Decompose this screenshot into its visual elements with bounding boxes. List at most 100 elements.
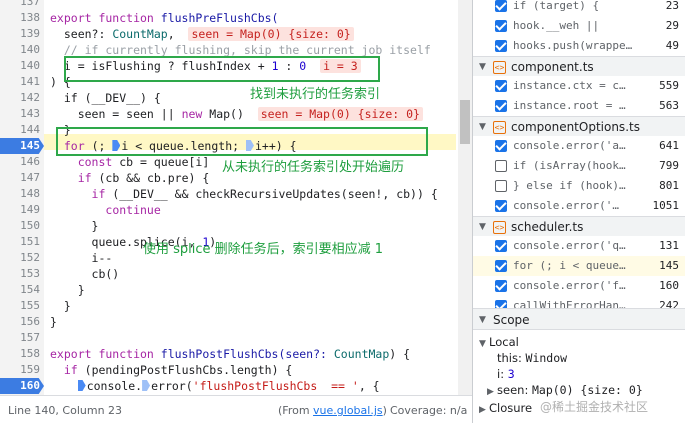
scope-variable[interactable]: i: 3 (497, 366, 515, 382)
code-line[interactable]: } (50, 282, 85, 298)
line-number[interactable]: 146 (0, 154, 40, 170)
breakpoint-item[interactable]: instance.root = … 563 (473, 96, 685, 116)
line-number[interactable]: 141 (0, 74, 40, 90)
line-number[interactable]: 160 (0, 378, 44, 394)
code-token: , (167, 27, 189, 41)
line-number[interactable]: 147 (0, 170, 40, 186)
line-number[interactable]: 154 (0, 282, 40, 298)
line-number[interactable]: 153 (0, 266, 40, 282)
breakpoint-checkbox[interactable] (495, 200, 507, 212)
code-token: (pendingPostFlushCbs.length) { (77, 363, 293, 377)
line-number[interactable]: 144 (0, 122, 40, 138)
code-line[interactable]: } (50, 298, 71, 314)
breakpoint-checkbox[interactable] (495, 0, 507, 12)
scope-variable[interactable]: ▶ seen: Map(0) {size: 0} (487, 382, 643, 398)
line-number[interactable]: 150 (0, 218, 40, 234)
editor-vertical-scrollbar[interactable] (458, 0, 472, 395)
breakpoint-item[interactable]: if (isArray(hook… 799 (473, 156, 685, 176)
code-line[interactable]: seen?: CountMap, seen = Map(0) {size: 0} (50, 26, 354, 42)
code-line[interactable]: if (__DEV__ && checkRecursiveUpdates(see… (50, 186, 438, 202)
breakpoint-line-number: 29 (665, 19, 679, 32)
code-line[interactable]: } (50, 314, 57, 330)
line-number-gutter[interactable]: 137 138 139 140 140 141 142 143 144 145 146 147 148 1… (0, 0, 44, 395)
breakpoint-file-group[interactable]: ▼ <> scheduler.ts (473, 216, 685, 236)
line-number[interactable]: 158 (0, 346, 40, 362)
line-number[interactable]: 142 (0, 90, 40, 106)
source-editor[interactable]: 137 138 139 140 140 141 142 143 144 145 146 147 148 1… (0, 0, 472, 395)
breakpoint-item[interactable]: console.error('a… 641 (473, 136, 685, 156)
code-token: 'flushPostFlushCbs == ' (192, 379, 359, 393)
code-line[interactable]: if (cb && cb.pre) { (50, 170, 210, 186)
breakpoint-line-number: 145 (659, 259, 679, 272)
scope-section-header[interactable]: ▼ Scope (473, 308, 685, 330)
line-number[interactable]: 143 (0, 106, 40, 122)
breakpoint-code: if (isArray(hook… (513, 159, 626, 172)
code-line[interactable]: cb() (50, 266, 120, 282)
code-line[interactable]: if (__DEV__) { (50, 90, 161, 106)
breakpoint-checkbox[interactable] (495, 260, 507, 272)
breakpoint-file-group[interactable]: ▼ <> component.ts (473, 56, 685, 76)
breakpoint-checkbox[interactable] (495, 140, 507, 152)
source-file-link[interactable]: vue.global.js (313, 404, 383, 417)
breakpoint-item[interactable]: instance.ctx = c… 559 (473, 76, 685, 96)
code-line[interactable]: console. error('flushPostFlushCbs == ', { (50, 378, 380, 394)
breakpoint-checkbox[interactable] (495, 240, 507, 252)
code-line[interactable]: seen = seen || new Map() seen = Map(0) {… (50, 106, 423, 122)
line-number[interactable]: 138 (0, 10, 40, 26)
breakpoint-checkbox[interactable] (495, 20, 507, 32)
line-number[interactable]: 137 (0, 0, 40, 10)
line-number[interactable]: 145 (0, 138, 44, 154)
line-number[interactable]: 157 (0, 330, 40, 346)
code-line[interactable]: export function flushPreFlushCbs( (50, 10, 278, 26)
breakpoint-checkbox[interactable] (495, 80, 507, 92)
code-line[interactable]: if (pendingPostFlushCbs.length) { (50, 362, 293, 378)
line-number[interactable]: 151 (0, 234, 40, 250)
chevron-right-icon: ▶ (479, 405, 486, 415)
line-number[interactable]: 149 (0, 202, 40, 218)
breakpoint-checkbox[interactable] (495, 280, 507, 292)
line-number[interactable]: 156 (0, 314, 40, 330)
inline-breakpoint-marker-icon[interactable] (77, 380, 86, 391)
code-token: , { (358, 379, 380, 393)
scope-local-header[interactable]: ▼ Local (479, 334, 519, 350)
annotation-splice: 使用 splice 删除任务后，索引要相应减 1 (143, 242, 384, 257)
code-line[interactable]: } (50, 218, 99, 234)
line-number[interactable]: 139 (0, 26, 40, 42)
breakpoint-item[interactable]: for (; i < queue… 145 (473, 256, 685, 276)
line-number[interactable]: 159 (0, 362, 40, 378)
breakpoint-file-group[interactable]: ▼ <> componentOptions.ts (473, 116, 685, 136)
line-number[interactable]: 152 (0, 250, 40, 266)
breakpoint-code: } else if (hook)… (513, 179, 626, 192)
breakpoint-line-number: 23 (665, 0, 679, 12)
scrollbar-thumb[interactable] (460, 100, 470, 144)
code-token: } (50, 315, 57, 329)
code-line[interactable]: export function flushPostFlushCbs(seen?:… (50, 346, 410, 362)
code-line[interactable]: const cb = queue[i] (50, 154, 210, 170)
breakpoint-checkbox[interactable] (495, 100, 507, 112)
chevron-right-icon: ▶ (487, 387, 494, 397)
line-number[interactable]: 155 (0, 298, 40, 314)
code-line[interactable]: continue (50, 202, 161, 218)
line-number[interactable]: 148 (0, 186, 40, 202)
scope-separator: : (500, 367, 508, 381)
breakpoint-line-number: 799 (659, 159, 679, 172)
breakpoint-checkbox[interactable] (495, 40, 507, 52)
inline-breakpoint-marker-icon[interactable] (142, 380, 151, 391)
line-number[interactable]: 140 (0, 58, 40, 74)
scope-closure-header[interactable]: ▶ Closure (479, 400, 532, 416)
breakpoint-item[interactable]: console.error('q… 131 (473, 236, 685, 256)
breakpoint-item[interactable]: console.error('… 1051 (473, 196, 685, 216)
breakpoint-item[interactable]: if (target) {23 (473, 0, 685, 16)
source-file-icon: <> (493, 61, 506, 74)
code-line[interactable]: i-- (50, 250, 113, 266)
breakpoint-item[interactable]: hooks.push(wrappe… 49 (473, 36, 685, 56)
scope-variable[interactable]: this: Window (497, 350, 567, 366)
breakpoint-item[interactable]: } else if (hook)… 801 (473, 176, 685, 196)
code-token: continue (105, 203, 161, 217)
breakpoint-item[interactable]: hook.__weh || 29 (473, 16, 685, 36)
line-number[interactable]: 140 (0, 42, 40, 58)
breakpoint-item[interactable]: console.error('f… 160 (473, 276, 685, 296)
breakpoint-checkbox[interactable] (495, 160, 507, 172)
breakpoint-checkbox[interactable] (495, 180, 507, 192)
